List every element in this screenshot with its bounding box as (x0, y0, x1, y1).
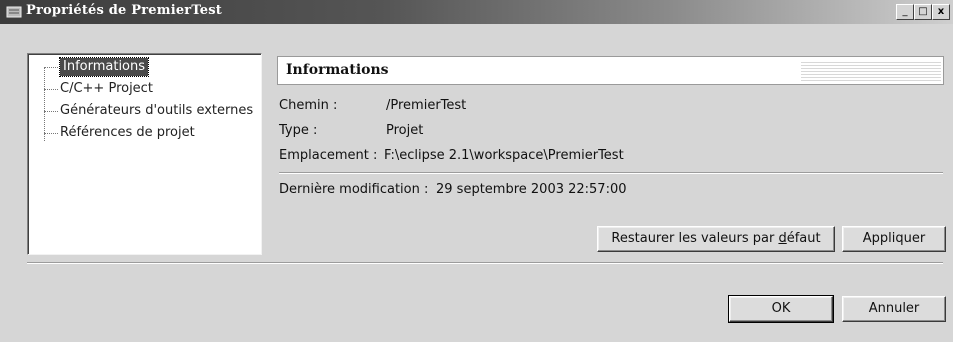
last-modified-value: 29 septembre 2003 22:57:00 (436, 182, 627, 197)
tree-connector (44, 67, 58, 68)
type-value: Projet (386, 123, 424, 138)
separator (279, 172, 943, 174)
tree-connector (44, 111, 58, 112)
ok-button[interactable]: OK (728, 295, 834, 323)
page-header: Informations (277, 56, 944, 85)
last-modified-label: Dernière modification : (279, 182, 429, 197)
restore-defaults-label-start: Restaurer les valeurs par (611, 231, 779, 246)
page-title: Informations (286, 62, 389, 78)
window-title: Propriétés de PremierTest (26, 3, 222, 18)
restore-defaults-mnemonic: d (778, 231, 787, 246)
restore-defaults-label-end: éfaut (786, 231, 821, 246)
title-bar[interactable]: Propriétés de PremierTest _ □ x (0, 0, 953, 24)
cancel-button[interactable]: Annuler (842, 296, 946, 322)
close-icon[interactable]: x (932, 4, 950, 20)
app-icon (6, 6, 22, 18)
tree-item-cpp-project[interactable]: C/C++ Project (60, 80, 153, 98)
maximize-icon[interactable]: □ (914, 4, 932, 20)
path-label: Chemin : (279, 98, 338, 113)
type-label: Type : (279, 123, 318, 138)
location-value: F:\eclipse 2.1\workspace\PremierTest (384, 148, 624, 163)
minimize-icon[interactable]: _ (896, 4, 914, 20)
tree-item-project-references[interactable]: Références de projet (60, 124, 195, 142)
location-label: Emplacement : (279, 148, 378, 163)
properties-dialog: Propriétés de PremierTest _ □ x Informat… (0, 0, 953, 342)
tree-connector (44, 89, 58, 90)
tree-connector (44, 67, 45, 141)
property-tree[interactable]: Informations C/C++ Project Générateurs d… (27, 53, 262, 255)
tree-item-informations[interactable]: Informations (58, 57, 150, 77)
tree-connector (44, 133, 58, 134)
path-value: /PremierTest (386, 98, 467, 113)
apply-button[interactable]: Appliquer (842, 226, 946, 252)
tree-item-external-tool-builders[interactable]: Générateurs d'outils externes (60, 102, 253, 120)
separator (27, 262, 943, 264)
header-decoration (801, 60, 941, 81)
restore-defaults-button[interactable]: Restaurer les valeurs par défaut (597, 226, 835, 252)
